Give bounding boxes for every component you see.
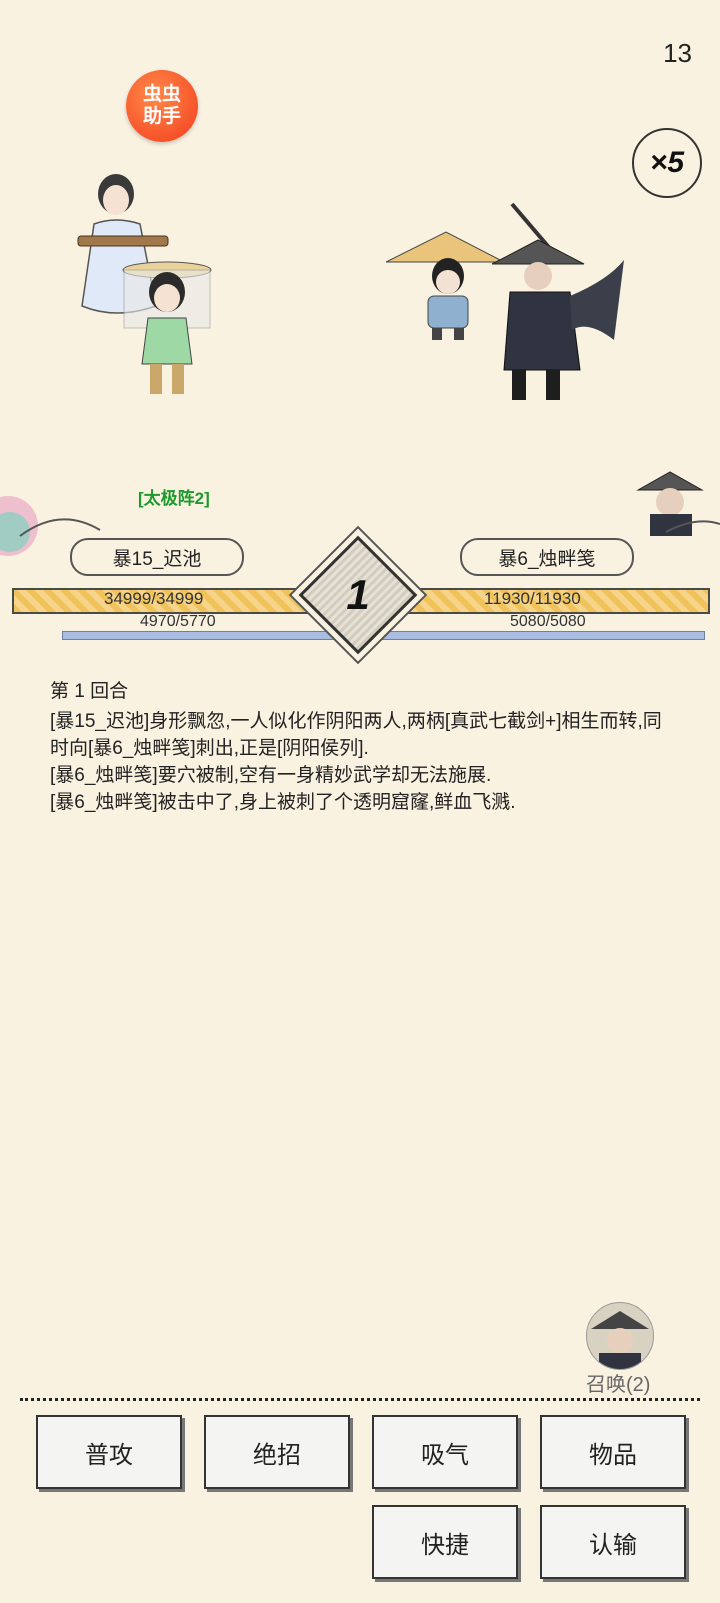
turn-counter: 13 [663,38,692,68]
log-line: [暴6_烛畔笺]要穴被制,空有一身精妙武学却无法施展. [50,765,492,786]
log-line: [暴6_烛畔笺]被击中了,身上被刺了个透明窟窿,鲜血飞溅. [50,792,516,813]
enemy-character-swordsman [488,200,628,410]
items-button[interactable]: 物品 [540,1415,686,1489]
enemy-name-scroll: 暴6_烛畔笺 [460,538,634,576]
speed-toggle-button[interactable]: ×5 [632,128,702,198]
log-line: 第 1 回合 [50,681,129,702]
enemy-portrait-icon [636,466,720,541]
absorb-button[interactable]: 吸气 [372,1415,518,1489]
summon-portrait-icon [591,1311,649,1369]
ally-hp-text: 34999/34999 [104,589,204,608]
ally-name-scroll: 暴15_迟池 [70,538,244,576]
enemy-mp-text: 5080/5080 [510,613,586,630]
enemy-hp-text: 11930/11930 [484,589,581,608]
helper-badge-label: 虫虫 助手 [142,84,181,127]
attack-button[interactable]: 普攻 [36,1415,182,1489]
enemy-name: 暴6_烛畔笺 [498,548,596,570]
quick-button[interactable]: 快捷 [372,1505,518,1579]
summon-label: 召唤(2) [586,1374,651,1396]
ally-name: 暴15_迟池 [112,548,202,570]
turn-number: 1 [346,571,370,618]
ally-character-straw-hat-girl [122,246,212,402]
battle-log: 第 1 回合 [暴15_迟池]身形飘忽,一人似化作阴阳两人,两柄[真武七截剑+]相… [50,678,680,816]
formation-label: [太极阵2] [138,489,210,508]
surrender-button[interactable]: 认输 [540,1505,686,1579]
enemy-mp-bar [365,631,705,640]
helper-badge[interactable]: 虫虫 助手 [126,70,198,142]
ally-mp-text: 4970/5770 [140,613,216,630]
action-divider [20,1398,700,1401]
log-line: [暴15_迟池]身形飘忽,一人似化作阴阳两人,两柄[真武七截剑+]相生而转,同时… [50,711,662,759]
ultimate-button[interactable]: 绝招 [204,1415,350,1489]
summon-avatar-button[interactable] [586,1302,654,1370]
